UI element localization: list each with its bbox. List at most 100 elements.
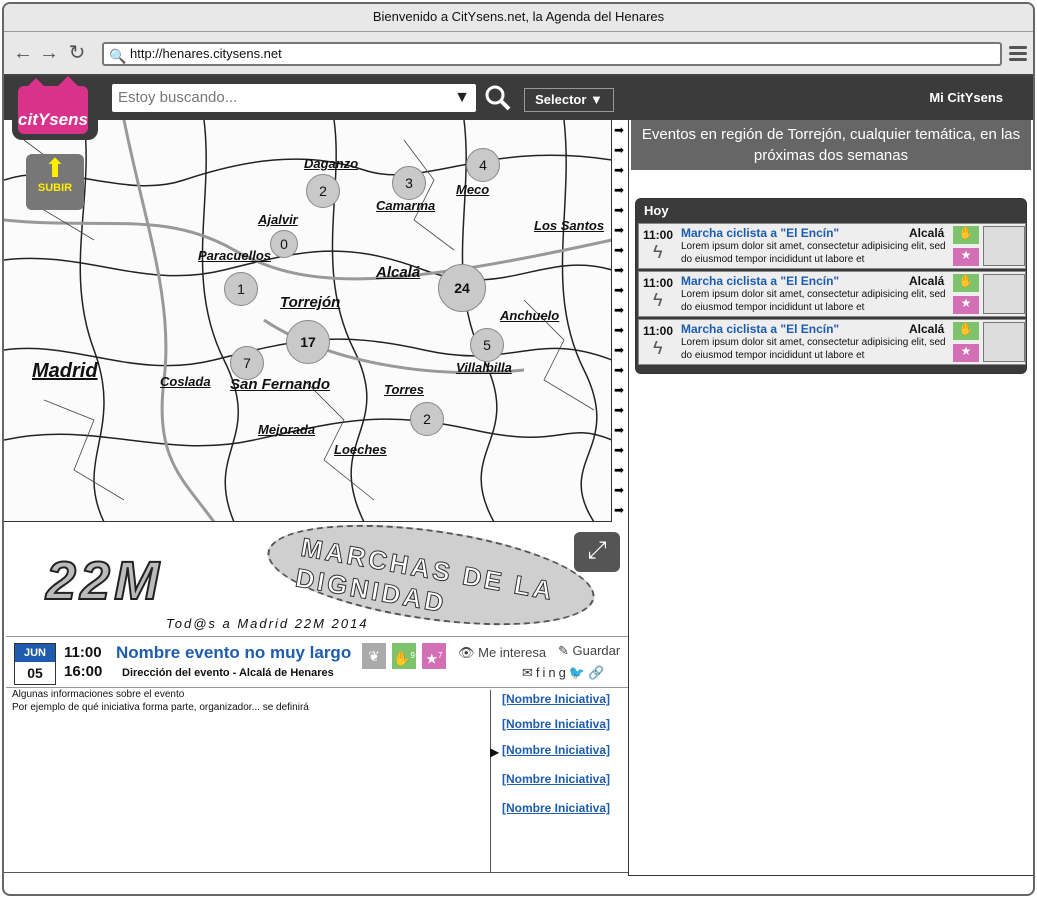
iniciativa-link[interactable]: [Nombre Iniciativa] [502, 717, 610, 731]
event-city: Alcalá [909, 226, 945, 240]
iniciativa-link[interactable]: [Nombre Iniciativa] [502, 772, 610, 786]
star-icon[interactable]: ★ [953, 344, 979, 362]
map-cluster-marker[interactable]: 1 [224, 272, 258, 306]
event-city: Alcalá [909, 274, 945, 288]
banner-subtitle: Tod@s a Madrid 22M 2014 [166, 616, 369, 631]
expand-icon[interactable]: ⤢ [574, 532, 620, 572]
map-cluster-marker[interactable]: 4 [466, 148, 500, 182]
events-panel-title: Eventos en región de Torrejón, cualquier… [631, 120, 1031, 170]
event-time: 11:00 [643, 276, 674, 290]
region-map[interactable]: Daganzo Camarma Meco Ajalvir Paracuellos… [4, 120, 612, 522]
event-description: Lorem ipsum dolor sit amet, consectetur … [681, 289, 946, 313]
google-icon[interactable]: g [559, 665, 569, 680]
map-town-label: Meco [456, 182, 490, 197]
browser-toolbar: ← → ↻ 🔍 http://henares.citysens.net [4, 32, 1033, 76]
map-town-label: Alcalá [376, 264, 421, 281]
event-time: 11:00 [643, 228, 674, 242]
hand-icon[interactable]: ✋ [953, 226, 979, 244]
map-cluster-marker[interactable]: 24 [438, 264, 486, 312]
event-name-link[interactable]: Marcha ciclista a "El Encín" [681, 322, 839, 336]
event-name-link[interactable]: Marcha ciclista a "El Encín" [681, 226, 839, 240]
iniciativa-link[interactable]: [Nombre Iniciativa] [502, 743, 610, 757]
map-town-label: Paracuellos [198, 248, 271, 263]
selector-dropdown[interactable]: Selector ▼ [524, 88, 614, 112]
map-cluster-marker[interactable]: 0 [270, 230, 298, 258]
twitter-icon[interactable]: 🐦 [569, 665, 588, 680]
map-town-label: Anchuelo [500, 308, 560, 323]
search-icon: 🔍 [109, 48, 127, 64]
event-address: Dirección del evento - Alcalá de Henares [122, 667, 334, 679]
reload-icon[interactable]: ↻ [66, 42, 88, 64]
event-item[interactable]: 11:00 ϟ Marcha ciclista a "El Encín" Alc… [638, 271, 1026, 317]
map-town-label: Loeches [334, 442, 387, 457]
back-icon[interactable]: ← [12, 42, 34, 64]
event-thumbnail[interactable] [983, 322, 1025, 362]
banner-big-text: 22M [45, 550, 164, 612]
today-events-list: Hoy 11:00 ϟ Marcha ciclista a "El Encín"… [635, 198, 1027, 374]
subir-button[interactable]: ⬆ SUBIR [26, 154, 84, 210]
hand-icon[interactable]: ✋9 [392, 643, 416, 669]
events-panel: Eventos en región de Torrejón, cualquier… [628, 120, 1033, 876]
event-info-line: Por ejemplo de qué iniciativa forma part… [12, 702, 309, 713]
mail-icon[interactable]: ✉ [522, 665, 536, 680]
map-cluster-marker[interactable]: 3 [392, 166, 426, 200]
event-thumbnail[interactable] [983, 274, 1025, 314]
star-icon[interactable]: ★ [953, 248, 979, 266]
map-town-label: Mejorada [258, 422, 316, 437]
hand-icon[interactable]: ✋ [953, 274, 979, 292]
forward-icon[interactable]: → [38, 42, 60, 64]
leaf-icon[interactable]: ❦ [362, 643, 386, 669]
hand-icon[interactable]: ✋ [953, 322, 979, 340]
event-description: Lorem ipsum dolor sit amet, consectetur … [681, 241, 946, 265]
citysens-logo[interactable]: citYsens [12, 76, 98, 140]
event-thumbnail[interactable] [983, 226, 1025, 266]
map-town-label: Torrejón [280, 294, 341, 311]
link-icon[interactable]: 🔗 [588, 665, 607, 680]
arrow-up-icon: ⬆ [44, 153, 66, 183]
calendar-day: 05 [27, 665, 43, 681]
iniciativa-link[interactable]: [Nombre Iniciativa] [502, 801, 610, 815]
share-icons: ✉fing🐦🔗 [522, 665, 607, 681]
map-town-label: Daganzo [304, 156, 359, 171]
star-icon[interactable]: ★ [953, 296, 979, 314]
map-cluster-marker[interactable]: 2 [306, 174, 340, 208]
lightning-icon: ϟ [653, 338, 663, 358]
eye-icon: 👁 [458, 645, 475, 660]
map-cluster-marker[interactable]: 17 [286, 320, 330, 364]
menu-icon[interactable] [1009, 46, 1027, 64]
calendar-month: JUN [15, 644, 55, 662]
search-button-icon[interactable] [484, 84, 514, 112]
event-item[interactable]: 11:00 ϟ Marcha ciclista a "El Encín" Alc… [638, 319, 1026, 365]
mi-citysens-link[interactable]: Mi CitYsens [929, 90, 1003, 105]
event-info: Algunas informaciones sobre el evento Po… [12, 688, 482, 714]
chevron-down-icon[interactable]: ▼ [454, 84, 470, 112]
divider [490, 690, 491, 872]
map-cluster-marker[interactable]: 7 [230, 346, 264, 380]
map-town-label: Los Santos [534, 218, 605, 233]
me-interesa-label: Me interesa [478, 645, 547, 660]
url-text: http://henares.citysens.net [130, 46, 282, 61]
map-town-label: Madrid [32, 360, 98, 382]
search-input[interactable]: Estoy buscando... ▼ [112, 84, 476, 112]
address-bar[interactable]: 🔍 http://henares.citysens.net [102, 42, 1002, 66]
facebook-icon[interactable]: f [536, 665, 543, 680]
star-icon[interactable]: ★7 [422, 643, 446, 669]
event-start-time: 11:00 [64, 644, 102, 661]
event-time: 11:00 [643, 324, 674, 338]
search-placeholder: Estoy buscando... [118, 89, 238, 106]
map-cluster-marker[interactable]: 5 [470, 328, 504, 362]
map-cluster-marker[interactable]: 2 [410, 402, 444, 436]
iniciativa-link[interactable]: [Nombre Iniciativa] [502, 692, 610, 706]
star-count: 7 [438, 651, 443, 660]
me-interesa-button[interactable]: 👁 Me interesa [458, 645, 546, 661]
event-title: Nombre evento no muy largo [116, 643, 352, 662]
event-city: Alcalá [909, 322, 945, 336]
map-town-label: Coslada [160, 374, 211, 389]
guardar-button[interactable]: ✎ Guardar [558, 643, 620, 659]
map-town-label: Villalbilla [456, 360, 512, 375]
linkedin-icon[interactable]: in [543, 665, 559, 680]
event-item[interactable]: 11:00 ϟ Marcha ciclista a "El Encín" Alc… [638, 223, 1026, 269]
lightning-icon: ϟ [653, 290, 663, 310]
calendar-date: JUN 05 [14, 643, 56, 685]
event-name-link[interactable]: Marcha ciclista a "El Encín" [681, 274, 839, 288]
